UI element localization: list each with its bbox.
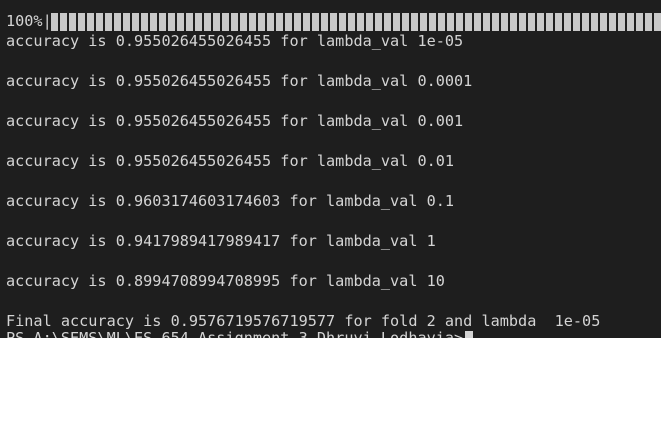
progress-bar	[51, 13, 661, 31]
output-line: accuracy is 0.955026455026455 for lambda…	[6, 112, 464, 130]
prompt-text: PS A:\SEMS\ML\ES 654 Assignment 3 Dhruvi…	[6, 329, 464, 338]
output-line: accuracy is 0.955026455026455 for lambda…	[6, 72, 473, 90]
output-line: accuracy is 0.9603174603174603 for lambd…	[6, 192, 455, 210]
output-line: accuracy is 0.8994708994708995 for lambd…	[6, 272, 445, 290]
output-line: accuracy is 0.955026455026455 for lambda…	[6, 32, 464, 50]
output-line: accuracy is 0.9417989417989417 for lambd…	[6, 232, 436, 250]
progress-percent-label: 100%|	[6, 12, 52, 30]
output-line: accuracy is 0.955026455026455 for lambda…	[6, 152, 455, 170]
text-cursor	[465, 331, 474, 338]
terminal-panel[interactable]: 100%| accuracy is 0.955026455026455 for …	[0, 0, 661, 338]
shell-prompt[interactable]: PS A:\SEMS\ML\ES 654 Assignment 3 Dhruvi…	[6, 328, 474, 338]
